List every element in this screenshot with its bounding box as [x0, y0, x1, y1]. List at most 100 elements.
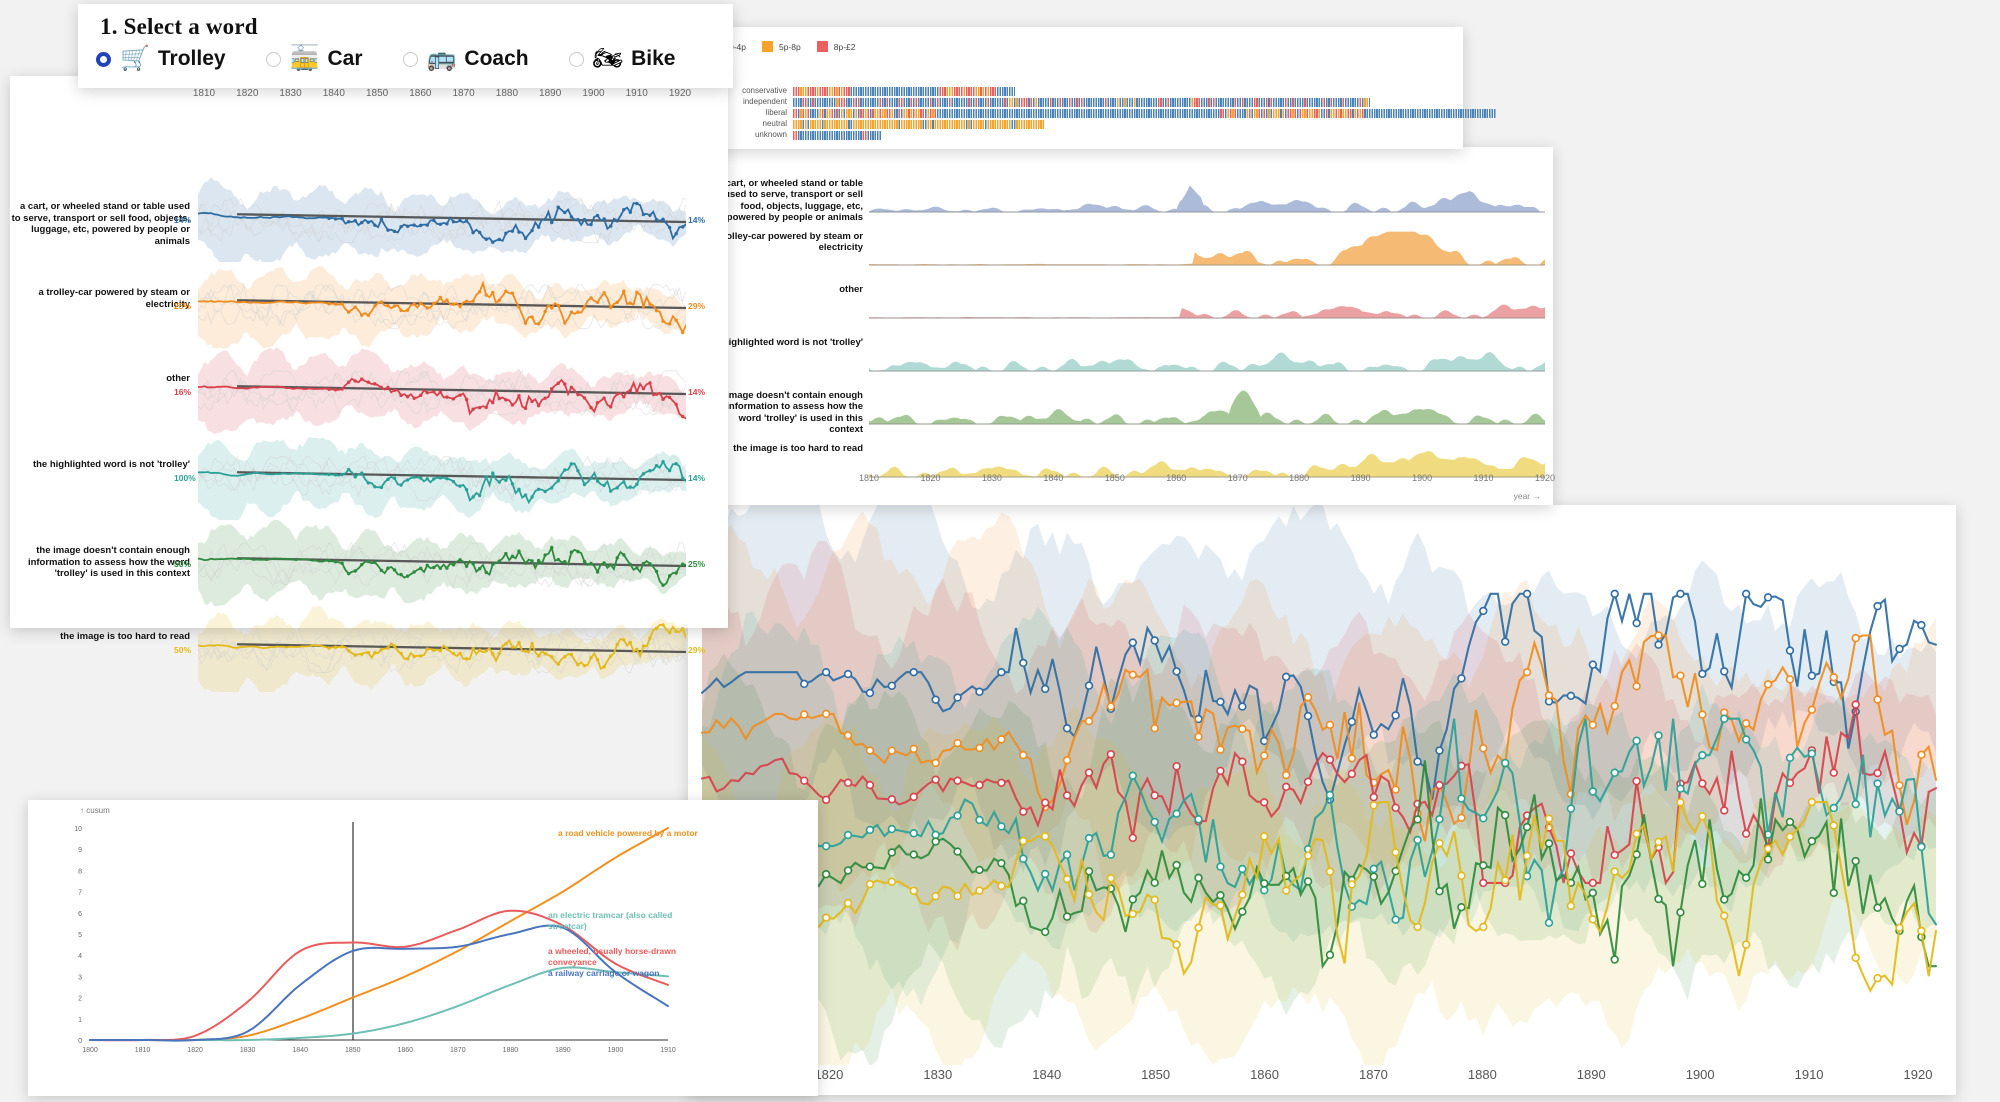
cusum-x-tick: 1840 — [292, 1047, 308, 1054]
option-trolley[interactable]: 🛒 Trolley — [96, 47, 226, 71]
tram-car-icon: 🚋 — [289, 45, 320, 72]
ridge-row[interactable]: a cart, or wheeled stand or table used t… — [697, 167, 1553, 223]
sparkline-row[interactable]: the highlighted word is not 'trolley' 100… — [10, 434, 728, 520]
row-label: the image doesn't contain enough informa… — [27, 545, 190, 580]
legend-swatch — [762, 41, 774, 52]
axis-tick: 1890 — [1576, 1067, 1606, 1082]
bar-row[interactable]: conservative — [717, 86, 1457, 96]
axis-tick: 1890 — [539, 88, 562, 99]
axis-tick: 1860 — [1250, 1067, 1279, 1082]
radio-car[interactable] — [265, 51, 281, 67]
axis-tick: 1850 — [365, 88, 389, 99]
row-label: a cart, or wheeled stand or table used t… — [11, 201, 190, 247]
cusum-y-tick: 6 — [78, 911, 82, 918]
axis-tick: 1830 — [923, 1067, 953, 1082]
bar-row-segments — [793, 87, 1015, 96]
ridge-area — [869, 390, 1545, 425]
ridge-row[interactable]: the highlighted word is not 'trolley' — [697, 326, 1553, 379]
axis-tick: 1870 — [452, 88, 475, 99]
option-label: Car — [327, 47, 363, 70]
row-end-value: 14% — [688, 214, 706, 225]
bar-row-segments — [793, 109, 1496, 118]
bar-row[interactable]: independent — [717, 97, 1457, 107]
axis-tick: 1830 — [981, 473, 1002, 483]
axis-tick: 1820 — [236, 88, 259, 99]
sparkline-panel: 1810 1820 1830 1840 1850 1860 1870 1880 1890 1900… — [10, 76, 728, 692]
cusum-legend-label: a wheeled, usually horse-drawn conveyanc… — [548, 946, 677, 967]
cusum-legend-label: a railway carriage or wagon — [548, 968, 660, 978]
legend-label: 8p-£2 — [833, 41, 856, 52]
axis-tick: 1890 — [1350, 473, 1371, 483]
overlay-chart-panel: 1810182018301840185018601870188018901900… — [688, 505, 1956, 1095]
bar-row[interactable]: liberal — [717, 108, 1496, 118]
cusum-legend-label: an electric tramcar (also called streetc… — [548, 910, 673, 931]
row-end-value: 25% — [688, 558, 706, 569]
ridge-row[interactable]: a trolley-car powered by steam or electr… — [697, 220, 1553, 273]
axis-tick: 1900 — [1412, 473, 1433, 483]
option-coach[interactable]: 🚌 Coach — [402, 45, 529, 72]
sparkline-row[interactable]: other 16% 14% — [10, 348, 728, 434]
ridge-axis-label: year → — [1513, 491, 1541, 501]
row-start-value: 16% — [174, 386, 192, 397]
bar-row[interactable]: neutral — [717, 119, 1457, 129]
legend-label: 5p-8p — [779, 41, 801, 52]
sparkline-x-axis: 1810 1820 1830 1840 1850 1860 1870 1880 1890 1900… — [10, 88, 728, 104]
cusum-x-tick: 1820 — [187, 1047, 203, 1054]
axis-tick: 1910 — [1473, 473, 1494, 483]
sparkline-row[interactable]: a cart, or wheeled stand or table used t… — [10, 176, 728, 262]
cusum-x-tick: 1910 — [660, 1047, 676, 1054]
ridge-area — [869, 304, 1545, 319]
option-label: Coach — [464, 47, 529, 70]
overlay-chart-svg — [700, 505, 1938, 1065]
ridge-area — [869, 352, 1545, 372]
sparkline-row[interactable]: the image doesn't contain enough informa… — [10, 520, 728, 606]
row-sparkline — [198, 520, 686, 606]
ridge-row[interactable]: the image doesn't contain enough informa… — [697, 379, 1553, 435]
axis-tick: 1880 — [1467, 1067, 1497, 1082]
ridge-row[interactable]: other — [697, 273, 1553, 326]
row-start-value: 100% — [174, 472, 196, 483]
cusum-y-tick: 9 — [78, 847, 82, 854]
axis-tick: 1840 — [1032, 1067, 1062, 1082]
sparkline-row[interactable]: a trolley-car powered by steam or electr… — [10, 262, 728, 348]
radio-coach[interactable] — [402, 51, 418, 67]
radio-bike[interactable] — [568, 51, 584, 67]
option-car[interactable]: 🚋 Car — [265, 45, 363, 72]
cusum-y-tick: 7 — [78, 890, 82, 897]
cusum-y-tick: 1 — [78, 1017, 82, 1024]
bar-row[interactable]: unknown — [717, 130, 1457, 140]
axis-tick: 1910 — [625, 88, 648, 99]
overlay-x-axis: 1810182018301840185018601870188018901900… — [702, 1067, 1936, 1083]
row-sparkline — [198, 266, 686, 348]
cusum-x-tick: 1860 — [397, 1047, 413, 1054]
sparkline-row[interactable]: the image is too hard to read 50% 29% — [10, 606, 728, 692]
option-label: Bike — [631, 47, 676, 70]
axis-tick: 1870 — [1358, 1067, 1388, 1082]
bar-row-segments — [793, 120, 1045, 129]
row-end-value: 29% — [688, 644, 706, 655]
coach-bus-icon: 🚌 — [426, 45, 457, 72]
row-label: the image is too hard to read — [60, 631, 190, 642]
legend-item[interactable]: 8p-£2 — [816, 41, 856, 52]
radio-trolley[interactable] — [96, 51, 111, 67]
axis-tick: 1900 — [582, 88, 605, 99]
trolley-icon: 🛒 — [120, 45, 150, 72]
axis-tick: 1920 — [668, 88, 692, 99]
row-label: a trolley-car powered by steam or electr… — [38, 287, 190, 310]
bar-matrix-panel: 0-4p 5p-8p 8p-£2 conservative independent li… — [683, 27, 1496, 149]
cusum-x-tick: 1890 — [555, 1047, 571, 1054]
cusum-y-tick: 8 — [78, 868, 82, 875]
cusum-y-tick: 3 — [78, 974, 82, 981]
row-sparkline — [198, 177, 686, 262]
ridge-area — [869, 231, 1545, 266]
word-options: 🛒 Trolley 🚋 Car 🚌 Coach 🏍 Bike — [78, 40, 733, 71]
option-bike[interactable]: 🏍 Bike — [568, 47, 676, 71]
axis-tick: 1920 — [1534, 473, 1556, 483]
row-end-value: 14% — [688, 472, 706, 483]
row-start-value: 25% — [174, 300, 192, 311]
legend-item[interactable]: 5p-8p — [762, 41, 801, 52]
cusum-x-tick: 1870 — [450, 1047, 466, 1054]
axis-tick: 1880 — [495, 88, 519, 99]
bar-row-segments — [793, 131, 882, 140]
bar-legend: 0-4p 5p-8p 8p-£2 — [683, 27, 1463, 52]
